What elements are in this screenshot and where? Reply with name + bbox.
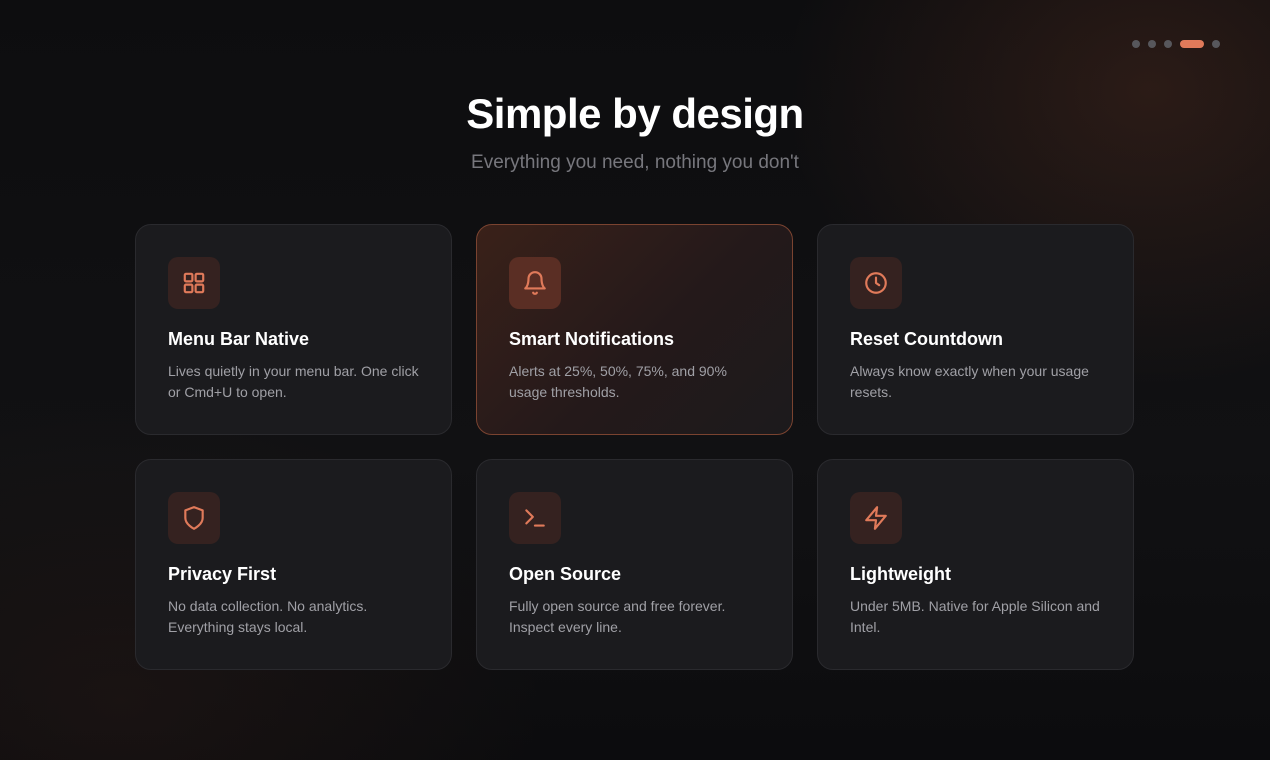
features-grid: Menu Bar Native Lives quietly in your me… [135, 224, 1134, 670]
feature-title: Lightweight [850, 564, 951, 584]
feature-card-reset-countdown: Reset Countdown Always know exactly when… [817, 224, 1134, 435]
feature-icon-box [850, 257, 902, 309]
feature-card-open-source: Open Source Fully open source and free f… [476, 459, 793, 670]
feature-description: Alerts at 25%, 50%, 75%, and 90% usage t… [509, 363, 727, 400]
feature-card-privacy-first: Privacy First No data collection. No ana… [135, 459, 452, 670]
lightning-icon [865, 506, 887, 530]
feature-icon-box [850, 492, 902, 544]
grid-icon [183, 272, 205, 294]
bell-icon [524, 271, 546, 295]
feature-title: Privacy First [168, 564, 277, 584]
feature-title: Open Source [509, 564, 622, 584]
feature-card-menu-bar-native: Menu Bar Native Lives quietly in your me… [135, 224, 452, 435]
pagination-dot-5[interactable] [1212, 40, 1220, 48]
feature-description: Always know exactly when your usage rese… [850, 363, 1089, 400]
clock-icon [865, 272, 887, 294]
pagination-dot-3[interactable] [1164, 40, 1172, 48]
slide-pagination [1132, 40, 1220, 48]
pagination-dot-2[interactable] [1148, 40, 1156, 48]
feature-icon-box [168, 257, 220, 309]
feature-description: Fully open source and free forever. Insp… [509, 598, 726, 635]
feature-icon-box [509, 257, 561, 309]
feature-description: No data collection. No analytics. Everyt… [168, 598, 368, 635]
feature-icon-box [168, 492, 220, 544]
feature-card-smart-notifications: Smart Notifications Alerts at 25%, 50%, … [476, 224, 793, 435]
pagination-dot-4-active[interactable] [1180, 40, 1204, 48]
page-title: Simple by design [466, 90, 804, 137]
feature-title: Menu Bar Native [168, 329, 310, 349]
page-subtitle: Everything you need, nothing you don't [471, 152, 799, 173]
feature-description: Under 5MB. Native for Apple Silicon and … [850, 598, 1100, 635]
hero-heading: Simple by design Everything you need, no… [0, 90, 1270, 174]
feature-title: Smart Notifications [509, 329, 675, 349]
pagination-dot-1[interactable] [1132, 40, 1140, 48]
feature-card-lightweight: Lightweight Under 5MB. Native for Apple … [817, 459, 1134, 670]
feature-description: Lives quietly in your menu bar. One clic… [168, 363, 419, 400]
feature-title: Reset Countdown [850, 329, 1003, 349]
terminal-icon [525, 509, 545, 527]
shield-icon [184, 506, 204, 530]
feature-icon-box [509, 492, 561, 544]
